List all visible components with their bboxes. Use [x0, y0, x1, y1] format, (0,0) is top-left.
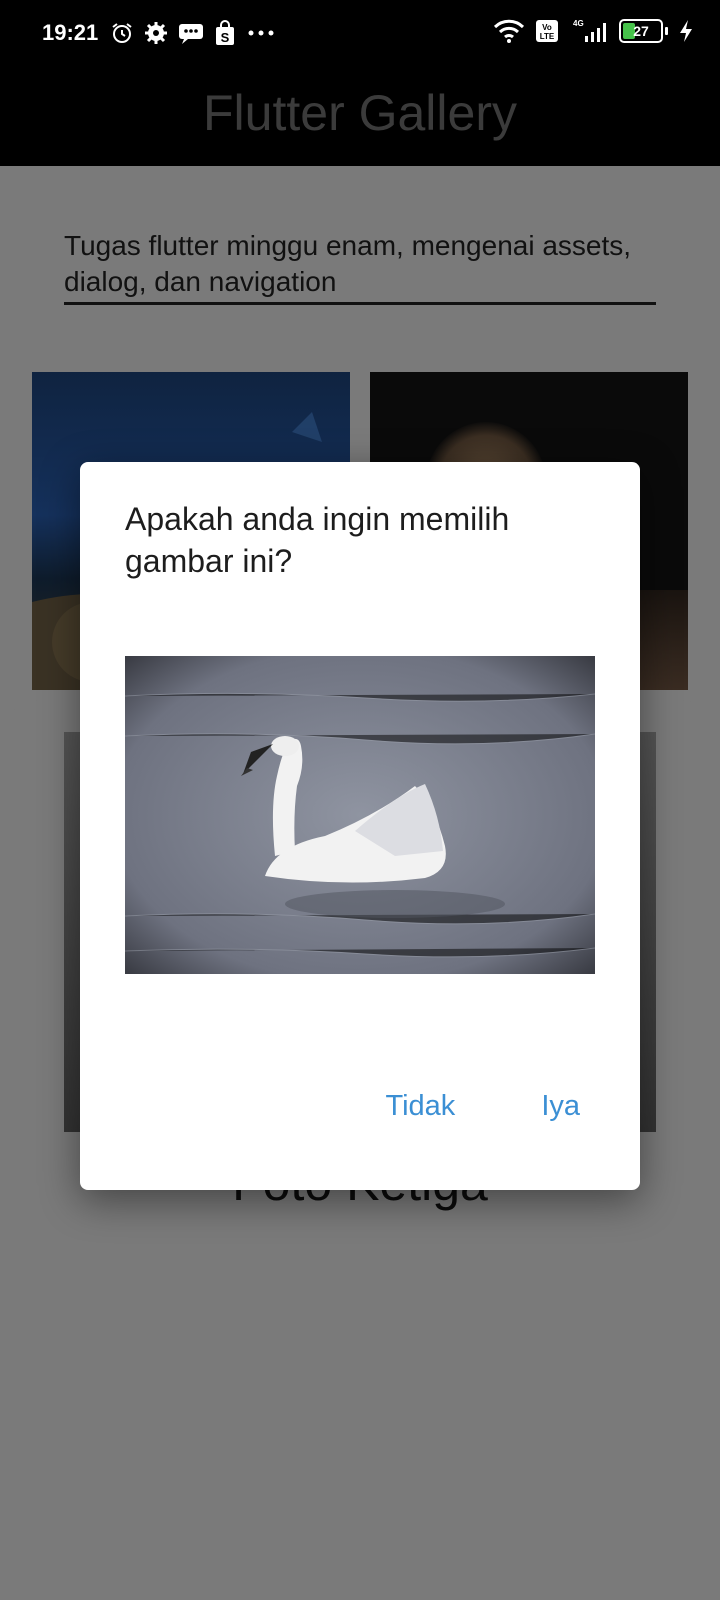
swan-illustration — [125, 656, 595, 974]
message-icon — [179, 24, 203, 44]
status-bar: 19:21 S Vo LTE 4G 27 — [0, 0, 720, 70]
settings-icon — [145, 22, 167, 44]
wifi-icon — [493, 19, 525, 43]
svg-text:4G: 4G — [573, 19, 584, 28]
no-button[interactable]: Tidak — [385, 1090, 455, 1123]
volte-icon: VoLTE — [536, 20, 558, 42]
signal-icon: 4G — [573, 19, 606, 42]
battery-level: 27 — [633, 23, 649, 39]
battery-indicator: 27 — [619, 19, 668, 43]
charging-icon — [680, 20, 692, 42]
more-icon — [248, 30, 274, 36]
confirm-dialog: Apakah anda ingin memilih gambar ini? Ti… — [80, 462, 640, 1190]
svg-text:Vo: Vo — [542, 23, 552, 32]
svg-text:S: S — [221, 30, 230, 45]
dialog-title: Apakah anda ingin memilih gambar ini? — [125, 501, 510, 579]
shopping-bag-icon: S — [216, 20, 234, 45]
alarm-icon — [112, 23, 132, 43]
svg-text:LTE: LTE — [540, 32, 555, 41]
dialog-swan-image — [125, 656, 595, 974]
status-time: 19:21 — [42, 20, 99, 45]
dialog-actions: Tidak Iya — [385, 1090, 580, 1123]
yes-button[interactable]: Iya — [541, 1090, 580, 1123]
